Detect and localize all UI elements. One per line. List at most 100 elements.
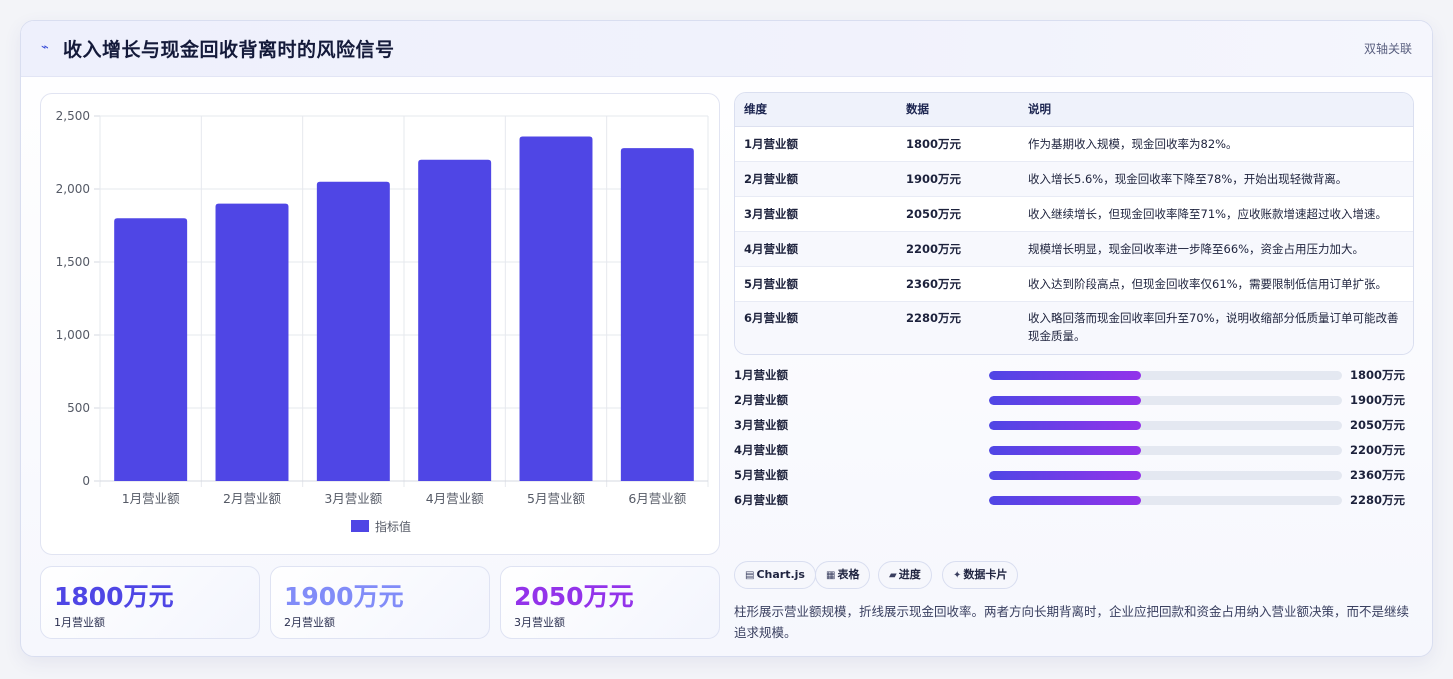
progress-fill	[989, 471, 1141, 480]
kpi-card-3: 2050万元 3月营业额	[500, 566, 720, 639]
progress-label: 5月营业额	[734, 468, 789, 482]
progress-fill	[989, 421, 1141, 430]
data-table: 维度 数据 说明 1月营业额 1800万元 作为基期收入规模，现金回收率为82%…	[735, 93, 1413, 354]
row-data: 2360万元	[897, 266, 1019, 302]
chip-label: Chart.js	[756, 568, 805, 581]
row-data: 2200万元	[897, 231, 1019, 267]
row-dim: 5月营业额	[735, 266, 897, 302]
y-tick-label: 2,000	[56, 182, 90, 196]
row-dim: 3月营业额	[735, 196, 897, 232]
table-row: 6月营业额 2280万元 收入略回落而现金回收率回升至70%，说明收缩部分低质量…	[735, 301, 1413, 354]
x-tick-label: 4月营业额	[426, 491, 484, 506]
progress-value: 1900万元	[1350, 393, 1406, 407]
y-tick-label: 1,000	[56, 328, 90, 342]
progress-label: 4月营业额	[734, 443, 789, 457]
row-data: 2280万元	[897, 301, 1019, 354]
row-dim: 1月营业额	[735, 126, 897, 162]
chip-table[interactable]: ▦ 表格	[815, 561, 871, 589]
table-icon: ▦	[826, 570, 836, 581]
progress-value: 2280万元	[1350, 493, 1406, 507]
table-row: 3月营业额 2050万元 收入继续增长，但现金回收率降至71%，应收账款增速超过…	[735, 196, 1413, 232]
y-tick-label: 500	[67, 401, 90, 415]
kpi-label: 2月营业额	[284, 616, 335, 629]
x-tick-label: 6月营业额	[628, 491, 686, 506]
chip-label: 表格	[837, 568, 860, 581]
row-data: 2050万元	[897, 196, 1019, 232]
chip-data-card[interactable]: ✦ 数据卡片	[942, 561, 1019, 589]
table-row: 5月营业额 2360万元 收入达到阶段高点，但现金回收率仅61%，需要限制低信用…	[735, 266, 1413, 302]
kpi-card-1: 1800万元 1月营业额	[40, 566, 260, 639]
table-row: 4月营业额 2200万元 规模增长明显，现金回收率进一步降至66%，资金占用压力…	[735, 231, 1413, 267]
progress-track	[989, 421, 1342, 430]
chart-note: 柱形展示营业额规模，折线展示现金回收率。两者方向长期背离时，企业应把回款和资金占…	[734, 604, 1410, 640]
kpi-value: 1800万元	[54, 582, 174, 611]
row-desc: 规模增长明显，现金回收率进一步降至66%，资金占用压力加大。	[1019, 231, 1413, 267]
progress-value: 2200万元	[1350, 443, 1406, 457]
bar	[418, 159, 492, 482]
kpi-label: 1月营业额	[54, 616, 105, 629]
progress-track	[989, 496, 1342, 505]
progress-row: 5月营业额 2360万元	[734, 465, 1414, 485]
bar	[215, 203, 289, 481]
row-dim: 2月营业额	[735, 161, 897, 197]
progress-fill	[989, 446, 1141, 455]
x-tick-label: 2月营业额	[223, 491, 281, 506]
row-desc: 收入增长5.6%，现金回收率下降至78%，开始出现轻微背离。	[1019, 161, 1413, 197]
progress-label: 1月营业额	[734, 368, 789, 382]
table-header-data: 数据	[897, 93, 1019, 127]
progress-row: 3月营业额 2050万元	[734, 415, 1414, 435]
chip-label: 进度	[898, 568, 921, 581]
progress-fill	[989, 496, 1141, 505]
x-tick-label: 5月营业额	[527, 491, 585, 506]
sparkle-icon: ✦	[953, 570, 962, 581]
trend-line-icon: ⌁	[41, 40, 49, 55]
x-tick-label: 1月营业额	[122, 491, 180, 506]
progress-row: 1月营业额 1800万元	[734, 365, 1414, 385]
data-table-panel: 维度 数据 说明 1月营业额 1800万元 作为基期收入规模，现金回收率为82%…	[734, 92, 1414, 355]
kpi-value: 1900万元	[284, 582, 404, 611]
kpi-label: 3月营业额	[514, 616, 565, 629]
legend-swatch	[351, 520, 369, 532]
progress-row: 6月营业额 2280万元	[734, 490, 1414, 510]
bar	[316, 181, 390, 481]
row-dim: 6月营业额	[735, 301, 897, 354]
progress-fill	[989, 371, 1141, 380]
row-desc: 收入继续增长，但现金回收率降至71%，应收账款增速超过收入增速。	[1019, 196, 1413, 232]
legend-label: 指标值	[375, 519, 411, 534]
bar	[114, 218, 188, 481]
card-header: ⌁ 收入增长与现金回收背离时的风险信号 双轴关联	[21, 21, 1432, 77]
progress-row: 4月营业额 2200万元	[734, 440, 1414, 460]
chip-chartjs[interactable]: ▤ Chart.js	[734, 561, 816, 589]
row-desc: 收入略回落而现金回收率回升至70%，说明收缩部分低质量订单可能改善现金质量。	[1019, 301, 1413, 354]
kpi-value: 2050万元	[514, 582, 634, 611]
chip-progress[interactable]: ▰ 进度	[878, 561, 932, 589]
row-data: 1900万元	[897, 161, 1019, 197]
card-title: 收入增长与现金回收背离时的风险信号	[63, 39, 395, 61]
progress-icon: ▰	[889, 570, 897, 581]
progress-label: 2月营业额	[734, 393, 789, 407]
table-header-dim: 维度	[735, 93, 897, 127]
bar-chart: 0 500 1,000 1,500 2,000 2,500 1月营业额 2月营业额 3月营业额 4…	[56, 109, 709, 534]
y-tick-label: 0	[82, 474, 90, 488]
chart-icon: ▤	[745, 570, 755, 581]
progress-label: 3月营业额	[734, 418, 789, 432]
progress-fill	[989, 396, 1141, 405]
bar	[620, 148, 694, 481]
progress-track	[989, 396, 1342, 405]
row-desc: 收入达到阶段高点，但现金回收率仅61%，需要限制低信用订单扩张。	[1019, 266, 1413, 302]
progress-value: 2050万元	[1350, 418, 1406, 432]
row-desc: 作为基期收入规模，现金回收率为82%。	[1019, 126, 1413, 162]
table-row: 2月营业额 1900万元 收入增长5.6%，现金回收率下降至78%，开始出现轻微…	[735, 161, 1413, 197]
progress-track	[989, 471, 1342, 480]
table-row: 1月营业额 1800万元 作为基期收入规模，现金回收率为82%。	[735, 126, 1413, 162]
y-tick-label: 2,500	[56, 109, 90, 123]
progress-value: 2360万元	[1350, 468, 1406, 482]
x-tick-label: 3月营业额	[324, 491, 382, 506]
progress-label: 6月营业额	[734, 493, 789, 507]
progress-value: 1800万元	[1350, 368, 1406, 382]
y-tick-label: 1,500	[56, 255, 90, 269]
progress-track	[989, 371, 1342, 380]
progress-track	[989, 446, 1342, 455]
dashboard-card: ⌁ 收入增长与现金回收背离时的风险信号 双轴关联 0 500 1,000 1,500 2…	[20, 20, 1433, 657]
bar	[519, 136, 593, 481]
